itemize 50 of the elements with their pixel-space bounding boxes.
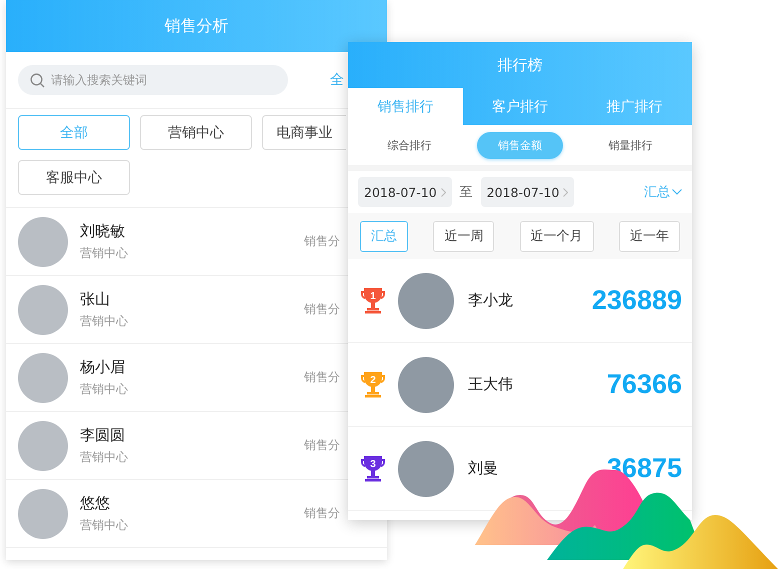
person-name: 王大伟 [468, 375, 513, 394]
department-chip[interactable]: 全部 [18, 115, 130, 150]
sub-tab[interactable]: 销售金额 [476, 132, 563, 158]
period-button[interactable]: 近一周 [433, 220, 494, 252]
person-name: 李小龙 [468, 291, 513, 310]
chevron-right-icon [440, 188, 446, 196]
period-button[interactable]: 汇总 [360, 220, 408, 252]
sub-tab[interactable]: 综合排行 [366, 132, 452, 158]
ranking-tab[interactable]: 推广排行 [577, 88, 692, 125]
chevron-down-icon [672, 189, 682, 195]
sales-link[interactable]: 销售分 [304, 437, 340, 454]
sales-amount: 236889 [592, 285, 682, 316]
avatar-photo [18, 488, 68, 538]
date-separator: 至 [460, 184, 473, 201]
person-name: 张山 [80, 290, 111, 308]
department-chip[interactable]: 客服中心 [18, 160, 130, 195]
filter-link[interactable]: 全 [330, 71, 344, 89]
avatar-photo [18, 352, 68, 402]
department-chip[interactable]: 电商事业 [262, 115, 346, 150]
person-name: 刘晓敏 [80, 222, 126, 240]
ranking-tab[interactable]: 销售排行 [348, 88, 463, 125]
mode-dropdown[interactable]: 汇总 [644, 183, 682, 201]
screen-title: 销售分析 [164, 16, 228, 36]
avatar-photo [18, 420, 68, 470]
department-label: 营销中心 [80, 244, 129, 262]
sales-link[interactable]: 销售分 [304, 233, 340, 250]
sales-link[interactable]: 销售分 [304, 301, 340, 318]
end-date-field[interactable]: 2018-07-10 [480, 177, 574, 207]
search-field[interactable]: 请输入搜索关键词 [18, 65, 288, 95]
sub-tab[interactable]: 销量排行 [588, 132, 674, 158]
period-button[interactable]: 近一年 [618, 220, 680, 252]
department-chip[interactable]: 营销中心 [140, 115, 252, 150]
department-label: 营销中心 [80, 312, 129, 330]
screen-title: 排行榜 [498, 56, 542, 74]
chevron-right-icon [563, 188, 568, 196]
person-name: 悠悠 [80, 494, 111, 512]
start-date-field[interactable]: 2018-07-10 [358, 177, 452, 207]
person-name: 刘曼 [468, 459, 498, 478]
department-label: 营销中心 [80, 448, 129, 466]
ranking-tab[interactable]: 客户排行 [462, 88, 578, 125]
sales-link[interactable]: 销售分 [304, 505, 340, 522]
avatar-photo [18, 216, 68, 266]
department-label: 营销中心 [80, 380, 129, 398]
period-button[interactable]: 近一个月 [520, 220, 594, 252]
person-name: 杨小眉 [80, 358, 126, 376]
avatar-photo [18, 284, 68, 334]
sales-amount: 76366 [606, 369, 682, 400]
person-name: 李圆圆 [80, 426, 126, 444]
department-label: 营销中心 [80, 516, 129, 534]
sales-link[interactable]: 销售分 [304, 369, 340, 386]
